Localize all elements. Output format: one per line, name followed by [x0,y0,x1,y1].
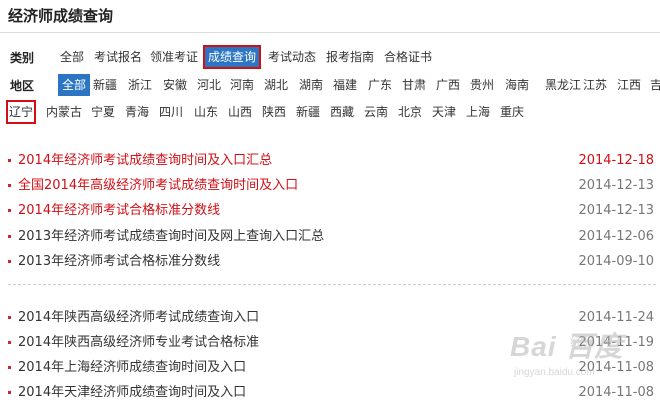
bullet-icon [8,366,11,369]
bullet-icon [8,159,11,162]
news-item: 全国2014年高级经济师考试成绩查询时间及入口 2014-12-13 [0,174,660,198]
bullet-icon [8,235,11,238]
bullet-icon [8,184,11,187]
news-date: 2014-12-18 [578,153,654,168]
region-chip[interactable]: 宁夏 [89,101,117,123]
region-chip[interactable]: 吉林 [648,74,660,96]
region-chip[interactable]: 重庆 [498,101,526,123]
news-date: 2014-12-06 [578,229,654,244]
region-chip[interactable]: 陕西 [260,101,288,123]
region-chip[interactable]: 辽宁 [5,100,37,124]
bullet-icon [8,260,11,263]
news-title-link[interactable]: 2014年经济师考试合格标准分数线 [18,199,220,223]
region-chip[interactable]: 广西 [434,74,462,96]
bullet-icon [8,209,11,212]
region-chip[interactable]: 天津 [430,101,458,123]
news-title-link[interactable]: 全国2014年高级经济师考试成绩查询时间及入口 [18,174,298,198]
region-chip[interactable]: 黑龙江 [543,74,583,96]
page-header: 经济师成绩查询 [0,0,660,33]
region-chip[interactable]: 云南 [362,101,390,123]
region-chip[interactable]: 安徽 [161,74,189,96]
region-chip[interactable]: 四川 [157,101,185,123]
region-chip[interactable]: 江西 [615,74,643,96]
category-chip[interactable]: 全部 [58,46,86,68]
category-filter-label: 类别 [10,51,35,65]
region-chip[interactable]: 全部 [58,74,91,96]
news-date: 2014-12-13 [578,178,654,193]
news-item: 2013年经济师考试成绩查询时间及网上查询入口汇总 2014-12-06 [0,225,660,249]
watermark-sub: 经验 [570,335,595,349]
region-chip[interactable]: 山西 [226,101,254,123]
region-chip[interactable]: 广东 [366,74,394,96]
category-chip[interactable]: 领准考证 [148,46,200,68]
list-divider [8,284,656,285]
region-filter-label: 地区 [10,79,35,93]
news-item: 2013年经济师考试合格标准分数线 2014-09-10 [0,250,660,274]
region-chip[interactable]: 新疆 [294,101,322,123]
region-chip[interactable]: 浙江 [126,74,154,96]
region-chip[interactable]: 海南 [503,74,531,96]
bullet-icon [8,316,11,319]
news-date: 2014-12-13 [578,203,654,218]
news-title-link[interactable]: 2013年经济师考试合格标准分数线 [18,250,220,274]
news-title-link[interactable]: 2014年经济师考试成绩查询时间及入口汇总 [18,149,272,173]
watermark-url: jingyan.baidu.com [514,367,595,378]
category-chip[interactable]: 考试动态 [266,46,318,68]
bullet-icon [8,341,11,344]
region-chip[interactable]: 青海 [123,101,151,123]
news-title-link[interactable]: 2014年陕西高级经济师考试成绩查询入口 [18,306,259,330]
page-title: 经济师成绩查询 [8,7,114,25]
category-chip[interactable]: 合格证书 [382,46,434,68]
region-chip[interactable]: 西藏 [328,101,356,123]
category-chip[interactable]: 考试报名 [92,46,144,68]
category-chip[interactable]: 报考指南 [324,46,376,68]
region-chip[interactable]: 上海 [464,101,492,123]
news-item: 2014年经济师考试合格标准分数线 2014-12-13 [0,199,660,223]
bullet-icon [8,391,11,394]
category-chip[interactable]: 成绩查询 [202,45,262,69]
news-title-link[interactable]: 2014年天津经济师成绩查询时间及入口 [18,381,246,400]
region-chip[interactable]: 山东 [192,101,220,123]
baidu-jingyan-watermark: Bai 百度 经验 jingyan.baidu.com [510,325,640,385]
news-title-link[interactable]: 2013年经济师考试成绩查询时间及网上查询入口汇总 [18,225,324,249]
region-chip[interactable]: 福建 [331,74,359,96]
region-chip[interactable]: 湖南 [297,74,325,96]
news-title-link[interactable]: 2014年上海经济师成绩查询时间及入口 [18,356,246,380]
region-chip[interactable]: 新疆 [91,74,119,96]
region-chip[interactable]: 贵州 [468,74,496,96]
region-chip[interactable]: 湖北 [262,74,290,96]
region-chip[interactable]: 江苏 [581,74,609,96]
region-chip[interactable]: 甘肃 [400,74,428,96]
region-chip[interactable]: 内蒙古 [44,101,84,123]
news-date: 2014-09-10 [578,254,654,269]
region-chip[interactable]: 河北 [195,74,223,96]
news-title-link[interactable]: 2014年陕西高级经济师专业考试合格标准 [18,331,259,355]
region-chip[interactable]: 北京 [396,101,424,123]
news-item: 2014年经济师考试成绩查询时间及入口汇总 2014-12-18 [0,149,660,173]
region-chip[interactable]: 河南 [228,74,256,96]
